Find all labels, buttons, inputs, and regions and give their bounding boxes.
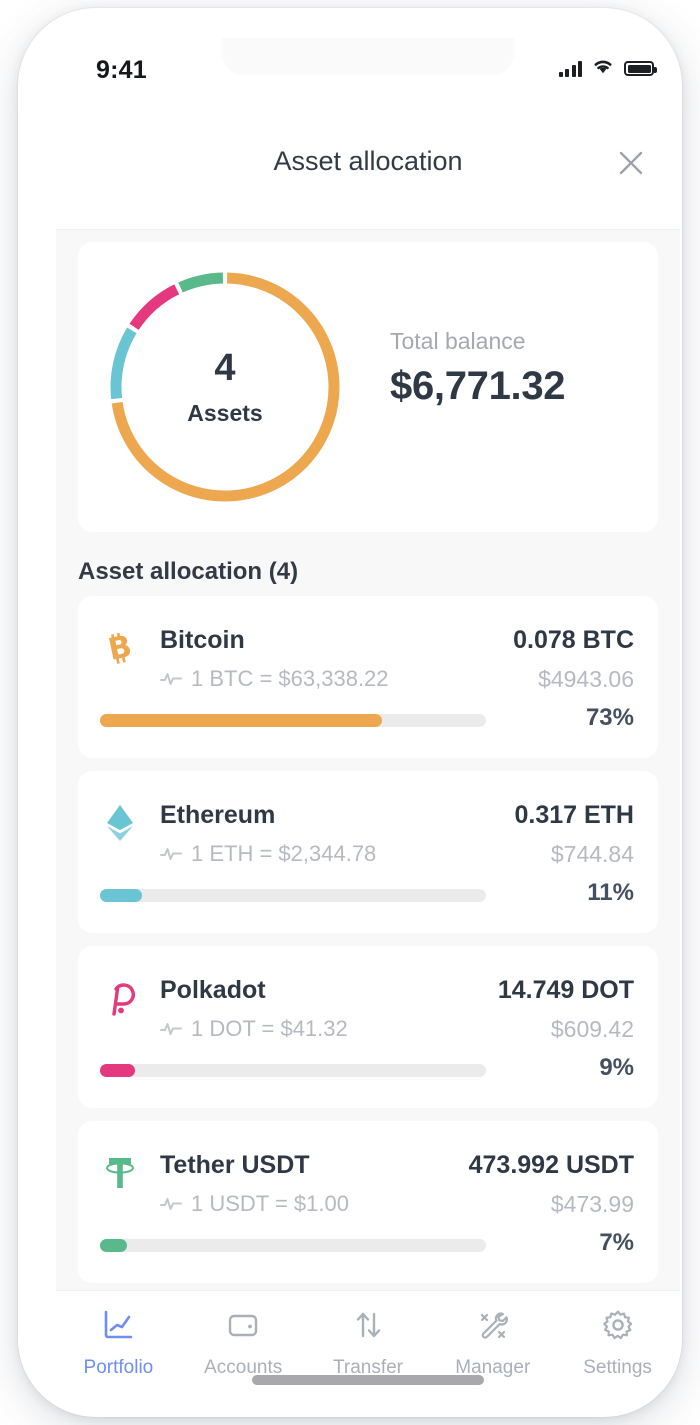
asset-row[interactable]: Tether USDT 1 USDT = $1.00 473.992 USDT …: [78, 1121, 658, 1283]
bottom-tab-bar: Portfolio Accounts Transfer Manager: [56, 1290, 680, 1403]
status-bar: 9:41: [56, 38, 680, 100]
content-scroll-area[interactable]: 4 Assets Total balance $6,771.32 Asset a…: [56, 230, 680, 1290]
battery-full-icon: [624, 61, 654, 76]
donut-center-label: 4 Assets: [102, 264, 348, 510]
asset-icon: B: [100, 628, 140, 668]
status-time: 9:41: [96, 56, 147, 85]
asset-icon: [100, 803, 140, 843]
asset-row[interactable]: Polkadot 1 DOT = $41.32 14.749 DOT $609.…: [78, 946, 658, 1108]
gear-icon: [601, 1308, 635, 1347]
price-trend-icon: [160, 1021, 182, 1037]
allocation-bar-track: [100, 1064, 486, 1077]
tether-icon: [103, 1155, 137, 1191]
polkadot-icon: [103, 979, 137, 1017]
close-button[interactable]: [610, 142, 652, 184]
tools-icon: [476, 1308, 510, 1347]
tab-label: Portfolio: [84, 1357, 154, 1379]
allocation-bar-fill: [100, 1239, 127, 1252]
asset-fiat-value: $609.42: [551, 1016, 634, 1043]
tab-label: Settings: [583, 1357, 652, 1379]
asset-icon: [100, 1153, 140, 1193]
allocation-donut-chart: 4 Assets: [102, 264, 348, 510]
asset-list-heading: Asset allocation (4): [78, 558, 298, 586]
asset-amount: 0.317 ETH: [514, 801, 634, 830]
bitcoin-icon: B: [102, 630, 138, 666]
total-balance-block: Total balance $6,771.32: [390, 328, 640, 409]
app-header: Asset allocation: [56, 100, 680, 230]
close-icon: [616, 148, 646, 178]
asset-count-label: Assets: [187, 400, 262, 427]
allocation-percent: 11%: [544, 879, 634, 907]
allocation-bar-fill: [100, 714, 382, 727]
asset-rate: 1 DOT = $41.32: [160, 1016, 348, 1042]
price-trend-icon: [160, 671, 182, 687]
asset-amount: 0.078 BTC: [513, 626, 634, 655]
chart-line-icon: [101, 1308, 135, 1347]
total-balance-value: $6,771.32: [390, 364, 640, 409]
allocation-bar-track: [100, 1239, 486, 1252]
allocation-percent: 7%: [544, 1229, 634, 1257]
wifi-icon: [591, 57, 615, 80]
asset-row[interactable]: B Bitcoin 1 BTC = $63,338.22 0.078 BTC $…: [78, 596, 658, 758]
asset-name: Polkadot: [160, 976, 266, 1005]
price-trend-icon: [160, 1196, 182, 1212]
asset-name: Ethereum: [160, 801, 275, 830]
tab-accounts[interactable]: Accounts: [181, 1291, 306, 1403]
allocation-bar-track: [100, 889, 486, 902]
allocation-bar-fill: [100, 889, 142, 902]
asset-name: Tether USDT: [160, 1151, 310, 1180]
ethereum-icon: [105, 804, 135, 842]
summary-card: 4 Assets Total balance $6,771.32: [78, 242, 658, 532]
asset-amount: 473.992 USDT: [469, 1151, 634, 1180]
page-title: Asset allocation: [56, 146, 680, 177]
asset-fiat-value: $744.84: [551, 841, 634, 868]
chart-line-icon: [101, 1308, 135, 1342]
notch: [222, 38, 514, 74]
tools-icon: [476, 1308, 510, 1342]
allocation-bar-fill: [100, 1064, 135, 1077]
svg-text:B: B: [105, 630, 135, 666]
signal-bars-icon: [559, 61, 583, 77]
price-trend-icon: [160, 846, 182, 862]
asset-rate: 1 ETH = $2,344.78: [160, 841, 376, 867]
asset-name: Bitcoin: [160, 626, 245, 655]
allocation-percent: 73%: [544, 704, 634, 732]
asset-rate: 1 USDT = $1.00: [160, 1191, 349, 1217]
total-balance-label: Total balance: [390, 328, 640, 355]
asset-amount: 14.749 DOT: [498, 976, 634, 1005]
asset-count: 4: [214, 347, 235, 390]
asset-fiat-value: $473.99: [551, 1191, 634, 1218]
wallet-icon: [226, 1308, 260, 1342]
asset-rate: 1 BTC = $63,338.22: [160, 666, 389, 692]
tab-settings[interactable]: Settings: [555, 1291, 680, 1403]
tab-manager[interactable]: Manager: [430, 1291, 555, 1403]
phone-frame: 9:41 Asset allocation: [18, 8, 682, 1417]
arrows-up-down-icon: [351, 1308, 385, 1342]
asset-fiat-value: $4943.06: [538, 666, 634, 693]
asset-icon: [100, 978, 140, 1018]
wallet-icon: [226, 1308, 260, 1347]
phone-screen: 9:41 Asset allocation: [56, 38, 680, 1403]
tab-portfolio[interactable]: Portfolio: [56, 1291, 181, 1403]
tab-transfer[interactable]: Transfer: [306, 1291, 431, 1403]
status-icons: [559, 57, 655, 80]
allocation-percent: 9%: [544, 1054, 634, 1082]
arrows-up-down-icon: [351, 1308, 385, 1347]
asset-row[interactable]: Ethereum 1 ETH = $2,344.78 0.317 ETH $74…: [78, 771, 658, 933]
allocation-bar-track: [100, 714, 486, 727]
gear-icon: [601, 1308, 635, 1342]
home-indicator: [252, 1375, 484, 1385]
